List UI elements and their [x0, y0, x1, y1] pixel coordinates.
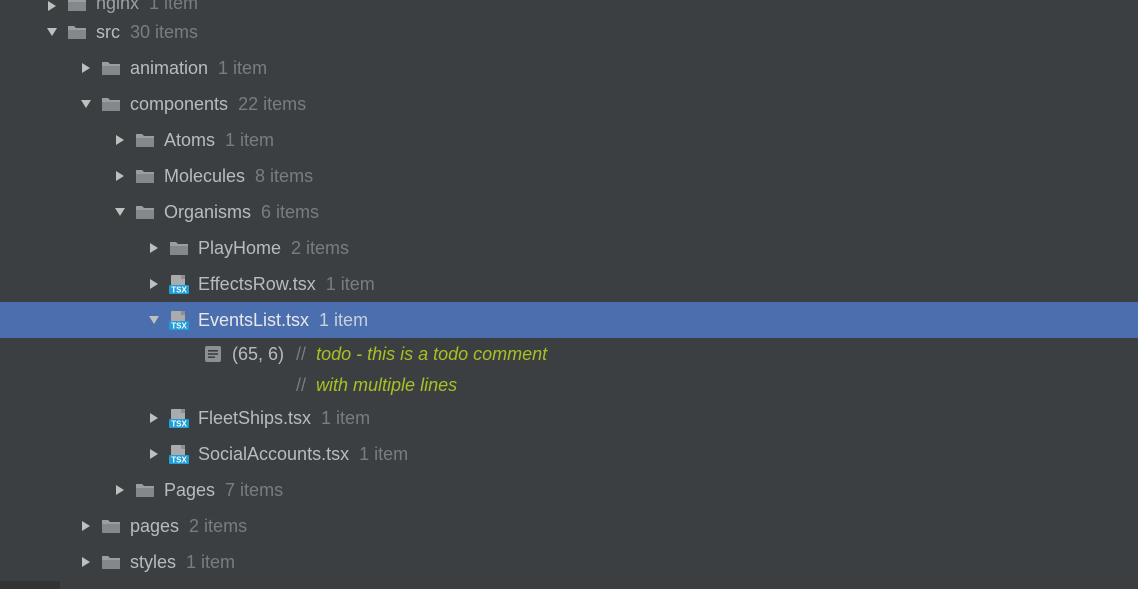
svg-text:TSX: TSX: [171, 420, 187, 429]
todo-item-icon: [202, 344, 224, 364]
folder-icon: [134, 166, 156, 186]
chevron-right-icon[interactable]: [146, 446, 162, 462]
folder-icon: [100, 94, 122, 114]
tree-row[interactable]: Atoms 1 item: [0, 122, 1138, 158]
tree-item-label: Atoms: [164, 130, 215, 151]
chevron-right-icon[interactable]: [44, 0, 60, 14]
tree-row[interactable]: components 22 items: [0, 86, 1138, 122]
tree-row[interactable]: Pages 7 items: [0, 472, 1138, 508]
chevron-down-icon[interactable]: [44, 24, 60, 40]
tree-row-selected[interactable]: TSX EventsList.tsx 1 item: [0, 302, 1138, 338]
status-strip: [0, 581, 60, 589]
folder-icon: [134, 202, 156, 222]
tree-item-count: 6 items: [261, 202, 319, 223]
tree-item-count: 1 item: [326, 274, 375, 295]
tree-row[interactable]: pages 2 items: [0, 508, 1138, 544]
tree-item-label: pages: [130, 516, 179, 537]
todo-location: (65, 6): [232, 344, 284, 365]
folder-icon: [100, 58, 122, 78]
tree-item-label: nginx: [96, 0, 139, 14]
folder-icon: [66, 22, 88, 42]
tree-item-count: 1 item: [186, 552, 235, 573]
tree-item-count: 1 item: [225, 130, 274, 151]
tree-item-count: 1 item: [149, 0, 198, 14]
tree-item-count: 2 items: [189, 516, 247, 537]
tree-item-label: EventsList.tsx: [198, 310, 309, 331]
tree-item-count: 1 item: [321, 408, 370, 429]
tree-item-label: styles: [130, 552, 176, 573]
tree-item-label: animation: [130, 58, 208, 79]
tree-row[interactable]: TSX FleetShips.tsx 1 item: [0, 400, 1138, 436]
tsx-file-icon: TSX: [168, 274, 190, 294]
tree-row[interactable]: nginx 1 item: [0, 0, 1138, 14]
chevron-right-icon[interactable]: [146, 276, 162, 292]
folder-icon: [66, 0, 88, 14]
tree-item-count: 2 items: [291, 238, 349, 259]
todo-comment-line-1: todo - this is a todo comment: [316, 344, 547, 365]
tree-row[interactable]: styles 1 item: [0, 544, 1138, 580]
tree-item-label: Molecules: [164, 166, 245, 187]
tsx-file-icon: TSX: [168, 408, 190, 428]
tree-row[interactable]: animation 1 item: [0, 50, 1138, 86]
tree-item-label: PlayHome: [198, 238, 281, 259]
tree-row[interactable]: (65, 6) // todo - this is a todo comment: [0, 338, 1138, 370]
tree-item-label: src: [96, 22, 120, 43]
svg-text:TSX: TSX: [171, 286, 187, 295]
tree-row[interactable]: Organisms 6 items: [0, 194, 1138, 230]
chevron-down-icon[interactable]: [146, 312, 162, 328]
chevron-right-icon[interactable]: [146, 410, 162, 426]
tsx-file-icon: TSX: [168, 444, 190, 464]
tree-row[interactable]: TSX SocialAccounts.tsx 1 item: [0, 436, 1138, 472]
chevron-down-icon[interactable]: [112, 204, 128, 220]
tree-row[interactable]: PlayHome 2 items: [0, 230, 1138, 266]
comment-slashes: //: [296, 344, 306, 365]
tree-item-label: EffectsRow.tsx: [198, 274, 316, 295]
tree-item-count: 7 items: [225, 480, 283, 501]
tree-item-label: Organisms: [164, 202, 251, 223]
tree-item-count: 8 items: [255, 166, 313, 187]
folder-icon: [134, 130, 156, 150]
tree-row[interactable]: Molecules 8 items: [0, 158, 1138, 194]
tree-item-label: FleetShips.tsx: [198, 408, 311, 429]
tree-item-label: SocialAccounts.tsx: [198, 444, 349, 465]
folder-icon: [168, 238, 190, 258]
chevron-down-icon[interactable]: [78, 96, 94, 112]
tree-row[interactable]: src 30 items: [0, 14, 1138, 50]
folder-icon: [100, 552, 122, 572]
tsx-file-icon: TSX: [168, 310, 190, 330]
svg-text:TSX: TSX: [171, 322, 187, 331]
chevron-right-icon[interactable]: [112, 168, 128, 184]
chevron-right-icon[interactable]: [78, 60, 94, 76]
tree-item-count: 22 items: [238, 94, 306, 115]
tree-row[interactable]: TSX EffectsRow.tsx 1 item: [0, 266, 1138, 302]
svg-text:TSX: TSX: [171, 456, 187, 465]
chevron-right-icon[interactable]: [112, 482, 128, 498]
tree-item-label: components: [130, 94, 228, 115]
chevron-right-icon[interactable]: [78, 554, 94, 570]
tree-item-count: 1 item: [359, 444, 408, 465]
chevron-right-icon[interactable]: [78, 518, 94, 534]
tree-item-count: 1 item: [319, 310, 368, 331]
comment-slashes: //: [296, 375, 306, 396]
chevron-right-icon[interactable]: [146, 240, 162, 256]
chevron-right-icon[interactable]: [112, 132, 128, 148]
tree-row[interactable]: // with multiple lines: [0, 370, 1138, 400]
todo-comment-line-2: with multiple lines: [316, 375, 457, 396]
tree-item-count: 30 items: [130, 22, 198, 43]
folder-icon: [134, 480, 156, 500]
folder-icon: [100, 516, 122, 536]
tree-item-label: Pages: [164, 480, 215, 501]
tree-item-count: 1 item: [218, 58, 267, 79]
